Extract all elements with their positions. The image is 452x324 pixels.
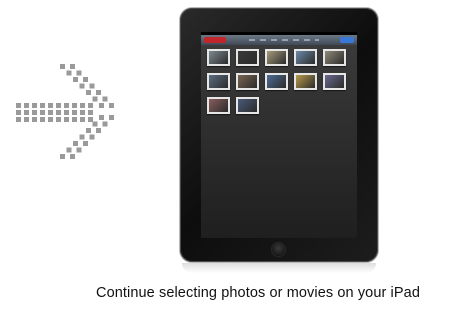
- ipad-screen: [201, 32, 357, 238]
- dotted-arrow-right-icon: [16, 64, 114, 159]
- photo-picker-toolbar: [201, 35, 357, 45]
- photo-thumbnail[interactable]: [207, 97, 230, 114]
- toolbar-title: [249, 39, 319, 41]
- photo-thumbnail[interactable]: [265, 49, 288, 66]
- photo-thumbnail[interactable]: [294, 73, 317, 90]
- photo-thumbnail[interactable]: [236, 73, 259, 90]
- instruction-panel: Continue selecting photos or movies on y…: [0, 0, 452, 324]
- photo-thumbnail[interactable]: [207, 73, 230, 90]
- photo-thumbnail[interactable]: [207, 49, 230, 66]
- photo-thumbnail[interactable]: [294, 49, 317, 66]
- instruction-caption: Continue selecting photos or movies on y…: [96, 285, 420, 301]
- photo-thumbnail[interactable]: [265, 73, 288, 90]
- cancel-button[interactable]: [204, 37, 226, 43]
- photo-thumbnail[interactable]: [323, 73, 346, 90]
- photo-thumbnail[interactable]: [236, 97, 259, 114]
- photo-thumbnail[interactable]: [323, 49, 346, 66]
- photo-thumbnail[interactable]: [236, 49, 259, 66]
- done-button[interactable]: [340, 37, 354, 43]
- ipad-device: [180, 8, 378, 262]
- home-button-icon[interactable]: [272, 243, 285, 256]
- device-reflection: [182, 263, 376, 273]
